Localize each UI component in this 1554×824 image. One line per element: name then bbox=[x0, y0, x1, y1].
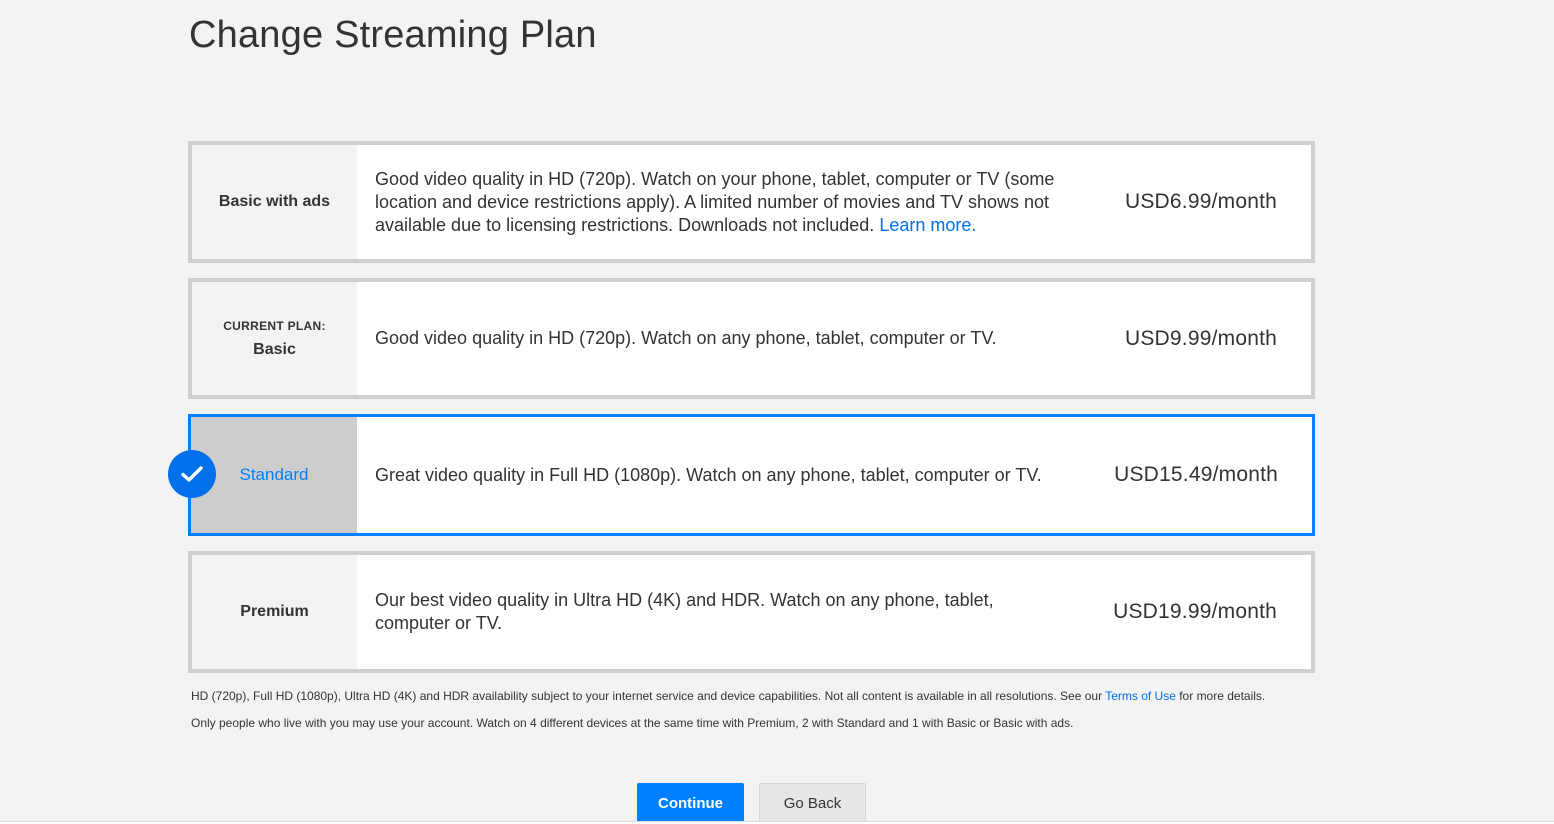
plan-description-text: Great video quality in Full HD (1080p). … bbox=[375, 464, 1042, 485]
go-back-button[interactable]: Go Back bbox=[759, 783, 866, 823]
plan-description: Our best video quality in Ultra HD (4K) … bbox=[357, 555, 1113, 669]
checkmark-icon bbox=[168, 450, 216, 498]
plan-option-premium[interactable]: Premium Our best video quality in Ultra … bbox=[188, 551, 1315, 673]
page-title: Change Streaming Plan bbox=[189, 14, 597, 56]
continue-button[interactable]: Continue bbox=[637, 783, 744, 823]
learn-more-link[interactable]: Learn more. bbox=[879, 215, 976, 235]
plan-list: Basic with ads Good video quality in HD … bbox=[168, 141, 1315, 688]
plan-description: Good video quality in HD (720p). Watch o… bbox=[357, 282, 1125, 395]
plan-price: USD9.99/month bbox=[1124, 326, 1277, 350]
footnotes: HD (720p), Full HD (1080p), Ultra HD (4K… bbox=[191, 688, 1317, 742]
plan-name-cell: Basic with ads bbox=[192, 145, 357, 259]
availability-text-end: for more details. bbox=[1175, 689, 1266, 703]
availability-text: HD (720p), Full HD (1080p), Ultra HD (4K… bbox=[191, 689, 1106, 703]
current-plan-label: CURRENT PLAN: bbox=[223, 318, 326, 333]
plan-option-basic[interactable]: CURRENT PLAN: Basic Good video quality i… bbox=[188, 278, 1315, 399]
plan-option-standard[interactable]: Standard Great video quality in Full HD … bbox=[168, 414, 1315, 536]
plan-name: Premium bbox=[240, 603, 309, 620]
plan-name-cell: CURRENT PLAN: Basic bbox=[192, 282, 357, 395]
plan-description: Great video quality in Full HD (1080p). … bbox=[357, 417, 1114, 533]
plan-option-basic-with-ads[interactable]: Basic with ads Good video quality in HD … bbox=[188, 141, 1315, 263]
plan-description: Good video quality in HD (720p). Watch o… bbox=[357, 145, 1125, 259]
household-note: Only people who live with you may use yo… bbox=[191, 716, 1074, 730]
plan-name: Basic with ads bbox=[218, 193, 331, 210]
availability-note: HD (720p), Full HD (1080p), Ultra HD (4K… bbox=[191, 688, 1317, 704]
plan-name: Standard bbox=[239, 465, 309, 484]
plan-description-text: Good video quality in HD (720p). Watch o… bbox=[375, 328, 997, 348]
terms-of-use-link[interactable]: Terms of Use bbox=[1105, 689, 1176, 703]
plan-name-cell: Premium bbox=[192, 555, 357, 669]
plan-description-text: Our best video quality in Ultra HD (4K) … bbox=[375, 590, 994, 633]
plan-price: USD19.99/month bbox=[1113, 600, 1277, 623]
plan-name: Basic bbox=[253, 340, 296, 358]
plan-price: USD15.49/month bbox=[1114, 463, 1278, 486]
plan-price: USD6.99/month bbox=[1124, 190, 1277, 213]
